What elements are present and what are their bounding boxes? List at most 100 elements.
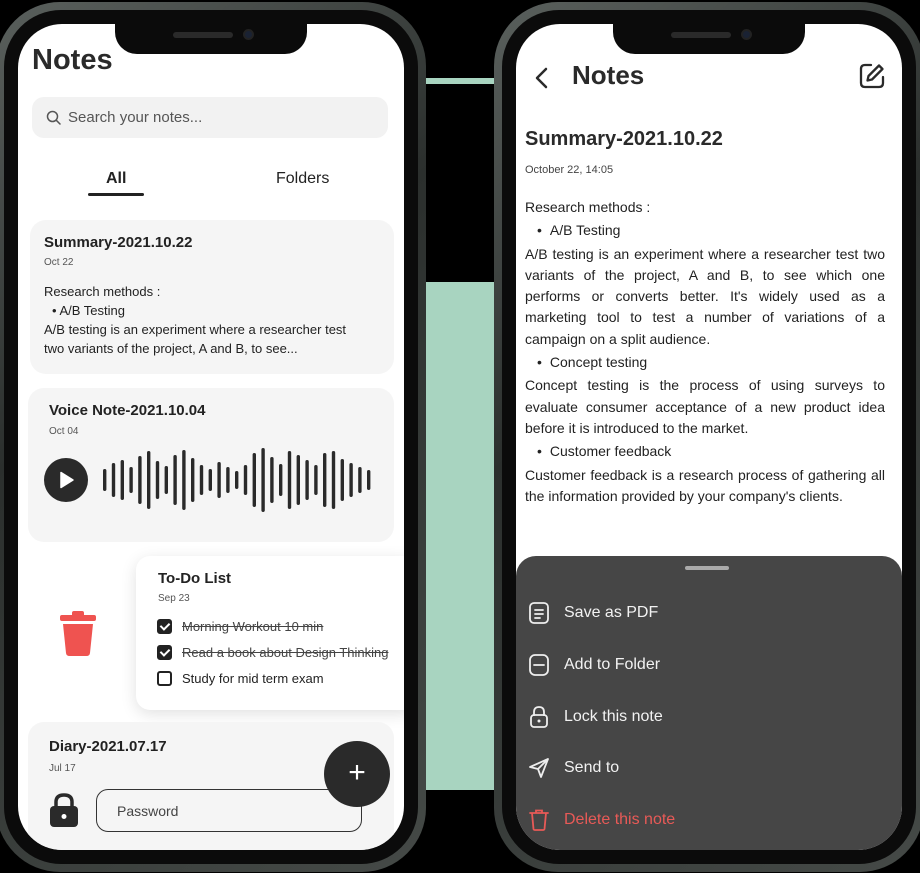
audio-waveform[interactable] (103, 448, 375, 512)
waveform-bar (296, 455, 300, 505)
todo-item[interactable]: Morning Workout 10 min (157, 617, 323, 635)
waveform-bar (314, 465, 318, 495)
waveform-bar (261, 448, 265, 512)
phone-notes-list: Notes All Folders Summary-2021.10.22 Oct… (0, 2, 426, 872)
waveform-bar (173, 455, 177, 505)
waveform-bar (208, 469, 212, 491)
sheet-drag-handle[interactable] (685, 566, 729, 570)
search-input[interactable] (68, 97, 368, 138)
note-preview-bullet: • A/B Testing (52, 303, 125, 318)
sheet-item-label: Delete this note (564, 811, 676, 828)
search-bar[interactable] (32, 97, 388, 138)
note-date: Jul 17 (49, 763, 76, 774)
todo-label: Study for mid term exam (182, 670, 324, 686)
todo-label: Morning Workout 10 min (182, 618, 324, 634)
note-title: To-Do List (158, 570, 232, 587)
waveform-bar (270, 457, 274, 503)
waveform-bar (191, 458, 195, 502)
lock-icon (530, 706, 548, 728)
edit-icon[interactable] (858, 62, 886, 90)
waveform-bar (182, 450, 186, 510)
password-input[interactable] (96, 789, 362, 832)
waveform-bar (147, 451, 151, 509)
header-title: Notes (572, 60, 645, 90)
checkbox-checked[interactable] (157, 618, 172, 634)
sheet-item-label: Save as PDF (564, 604, 659, 621)
checkbox-checked[interactable] (157, 644, 172, 660)
note-bullet: A/B Testing (525, 220, 885, 241)
waveform-bar (199, 465, 204, 495)
waveform-bar (155, 461, 160, 499)
note-paragraph: Customer feedback is a research process … (525, 466, 885, 504)
notch (613, 24, 805, 54)
play-icon (60, 471, 74, 489)
notch (115, 24, 307, 54)
tab-all[interactable]: All (106, 170, 126, 188)
waveform-bar (129, 467, 133, 493)
waveform-bar (243, 465, 248, 495)
add-to-folder-button[interactable]: Add to Folder (528, 650, 660, 680)
add-note-button[interactable]: + (324, 741, 390, 807)
note-card-summary[interactable]: Summary-2021.10.22 Oct 22 Research metho… (30, 220, 394, 374)
note-title: Diary-2021.07.17 (49, 738, 167, 755)
note-title: Summary-2021.10.22 (44, 234, 193, 251)
sheet-item-label: Add to Folder (564, 656, 661, 673)
waveform-bar (323, 453, 327, 507)
pdf-file-icon (529, 602, 549, 624)
page-title: Notes (32, 44, 113, 76)
note-date: Oct 22 (44, 257, 74, 268)
waveform-bar (331, 451, 336, 509)
note-card-todo[interactable]: To-Do List Sep 23 Morning Workout 10 min… (136, 556, 404, 710)
waveform-bar (226, 467, 230, 493)
sheet-item-label: Lock this note (564, 708, 663, 725)
note-paragraph: A/B testing is an experiment where a res… (525, 245, 885, 347)
sheet-item-label: Send to (564, 759, 620, 776)
note-preview-line: A/B testing is an experiment where a res… (44, 322, 347, 337)
save-as-pdf-button[interactable]: Save as PDF (528, 598, 658, 628)
waveform-bar (340, 459, 344, 501)
waveform-bar (252, 453, 256, 507)
note-preview-line: two variants of the project, A and B, to… (44, 341, 298, 356)
tab-folders[interactable]: Folders (276, 170, 329, 188)
note-card-voice[interactable]: Voice Note-2021.10.04 Oct 04 (28, 388, 394, 542)
waveform-bar (235, 471, 239, 489)
play-button[interactable] (44, 458, 88, 502)
send-to-button[interactable]: Send to (528, 753, 619, 783)
note-title: Summary-2021.10.22 (525, 128, 723, 150)
notes-list-screen: Notes All Folders Summary-2021.10.22 Oct… (18, 24, 404, 850)
waveform-bar (367, 470, 371, 490)
phone-note-detail: Notes Summary-2021.10.22 October 22, 14:… (494, 2, 920, 872)
trash-icon (529, 809, 549, 831)
back-arrow-icon[interactable] (534, 66, 550, 90)
todo-item[interactable]: Study for mid term exam (157, 669, 324, 687)
lock-icon (50, 793, 78, 827)
folder-icon (529, 654, 549, 676)
waveform-bar (349, 463, 353, 497)
note-datetime: October 22, 14:05 (525, 164, 614, 176)
waveform-bar (358, 467, 362, 493)
note-bullet: Concept testing (525, 352, 885, 373)
todo-label: Read a book about Design Thinking (182, 644, 389, 660)
waveform-bar (138, 456, 142, 504)
plus-icon: + (348, 756, 366, 789)
todo-item[interactable]: Read a book about Design Thinking (157, 643, 388, 661)
note-paragraph: Concept testing is the process of using … (525, 377, 885, 436)
action-sheet: Save as PDF Add to Folder Lock this note (516, 556, 902, 850)
note-heading: Research methods : (525, 199, 651, 215)
search-icon (46, 110, 61, 125)
active-tab-indicator (88, 193, 144, 196)
background-strip-middle (426, 282, 494, 790)
waveform-bar (120, 460, 124, 500)
note-preview-line: Research methods : (44, 284, 161, 299)
background-strip-top (426, 78, 494, 84)
trash-icon[interactable] (56, 611, 100, 659)
waveform-bar (279, 464, 283, 496)
waveform-bar (305, 460, 309, 500)
note-bullet: Customer feedback (525, 441, 885, 462)
delete-note-button[interactable]: Delete this note (528, 805, 675, 835)
note-date: Oct 04 (49, 426, 79, 437)
checkbox-unchecked[interactable] (157, 670, 172, 686)
note-date: Sep 23 (158, 593, 190, 604)
lock-note-button[interactable]: Lock this note (528, 702, 663, 732)
note-body[interactable]: Research methods : A/B Testing A/B testi… (525, 197, 885, 507)
